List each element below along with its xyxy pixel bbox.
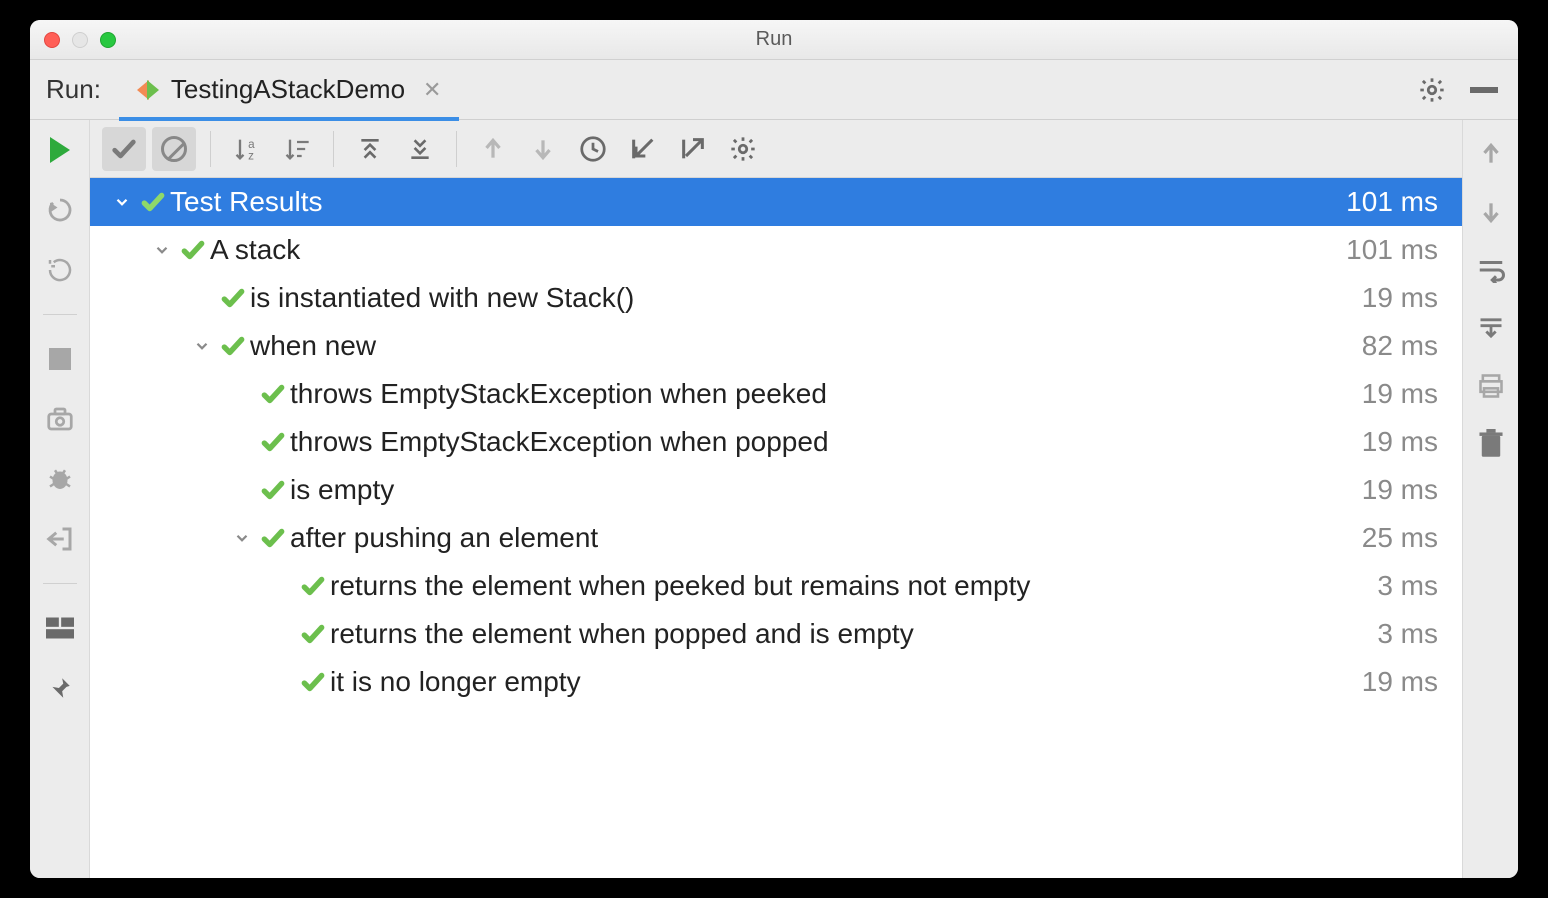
run-left-rail [30, 120, 90, 878]
tree-node-label: throws EmptyStackException when peeked [290, 378, 1362, 410]
tree-node-row[interactable]: returns the element when peeked but rema… [90, 562, 1462, 610]
import-tests-button[interactable] [621, 127, 665, 171]
tree-node-row[interactable]: is empty19 ms [90, 466, 1462, 514]
layout-button[interactable] [44, 612, 76, 644]
print-button[interactable] [1475, 370, 1507, 402]
tree-node-label: A stack [210, 234, 1346, 266]
close-tab-icon[interactable]: ✕ [423, 77, 441, 103]
rerun-button[interactable] [44, 134, 76, 166]
traffic-lights [44, 32, 116, 48]
pass-icon [256, 429, 290, 455]
run-config-icon [137, 80, 159, 100]
stop-button[interactable] [44, 343, 76, 375]
tree-node-row[interactable]: A stack101 ms [90, 226, 1462, 274]
pass-icon [256, 477, 290, 503]
run-tab-bar: Run: TestingAStackDemo ✕ [30, 60, 1518, 120]
hide-tool-window-icon[interactable] [1470, 87, 1498, 93]
run-tool-window: Run Run: TestingAStackDemo ✕ [30, 20, 1518, 878]
test-history-button[interactable] [571, 127, 615, 171]
test-toolbar: az [90, 120, 1462, 178]
tree-node-duration: 19 ms [1362, 282, 1444, 314]
tree-node-row[interactable]: it is no longer empty19 ms [90, 658, 1462, 706]
tree-node-label: after pushing an element [290, 522, 1362, 554]
pass-icon [136, 189, 170, 215]
chevron-down-icon[interactable] [228, 529, 256, 547]
run-config-tab[interactable]: TestingAStackDemo ✕ [119, 62, 460, 121]
tree-node-duration: 19 ms [1362, 474, 1444, 506]
run-config-name: TestingAStackDemo [171, 74, 405, 105]
tree-node-label: it is no longer empty [330, 666, 1362, 698]
tree-node-duration: 3 ms [1377, 618, 1444, 650]
test-results-tree[interactable]: Test Results 101 ms A stack101 msis inst… [90, 178, 1462, 878]
exit-button[interactable] [44, 523, 76, 555]
tree-node-label: is instantiated with new Stack() [250, 282, 1362, 314]
chevron-down-icon[interactable] [108, 193, 136, 211]
show-passed-toggle[interactable] [102, 127, 146, 171]
tree-node-label: is empty [290, 474, 1362, 506]
clear-all-button[interactable] [1475, 428, 1507, 460]
tree-node-row[interactable]: is instantiated with new Stack()19 ms [90, 274, 1462, 322]
dump-threads-button[interactable] [44, 403, 76, 435]
pass-icon [256, 381, 290, 407]
close-window-button[interactable] [44, 32, 60, 48]
chevron-down-icon[interactable] [148, 241, 176, 259]
tree-node-duration: 19 ms [1362, 378, 1444, 410]
chevron-down-icon[interactable] [188, 337, 216, 355]
tree-node-label: returns the element when popped and is e… [330, 618, 1377, 650]
zoom-window-button[interactable] [100, 32, 116, 48]
mac-titlebar[interactable]: Run [30, 20, 1518, 60]
show-ignored-toggle[interactable] [152, 127, 196, 171]
tree-node-row[interactable]: throws EmptyStackException when peeked19… [90, 370, 1462, 418]
debug-button[interactable] [44, 463, 76, 495]
tool-window-settings-icon[interactable] [1418, 76, 1446, 104]
tree-node-label: returns the element when peeked but rema… [330, 570, 1377, 602]
export-tests-button[interactable] [671, 127, 715, 171]
console-right-rail [1462, 120, 1518, 878]
pass-icon [296, 669, 330, 695]
tree-node-row[interactable]: when new82 ms [90, 322, 1462, 370]
tree-node-duration: 101 ms [1346, 234, 1444, 266]
tree-node-duration: 82 ms [1362, 330, 1444, 362]
sort-alphabetically-button[interactable]: az [225, 127, 269, 171]
window-title: Run [30, 28, 1518, 51]
svg-text:z: z [248, 149, 254, 162]
tree-node-row[interactable]: throws EmptyStackException when popped19… [90, 418, 1462, 466]
prev-failed-button[interactable] [471, 127, 515, 171]
test-runner-settings-button[interactable] [721, 127, 765, 171]
soft-wrap-button[interactable] [1475, 254, 1507, 286]
rerun-failed-button[interactable] [44, 194, 76, 226]
next-failed-button[interactable] [521, 127, 565, 171]
tree-node-label: when new [250, 330, 1362, 362]
tree-node-duration: 3 ms [1377, 570, 1444, 602]
scroll-up-button[interactable] [1475, 138, 1507, 170]
pass-icon [296, 573, 330, 599]
minimize-window-button[interactable] [72, 32, 88, 48]
pass-icon [296, 621, 330, 647]
tree-node-label: throws EmptyStackException when popped [290, 426, 1362, 458]
tree-node-duration: 101 ms [1346, 186, 1444, 218]
tree-node-duration: 25 ms [1362, 522, 1444, 554]
scroll-to-end-button[interactable] [1475, 312, 1507, 344]
pass-icon [256, 525, 290, 551]
pass-icon [216, 333, 250, 359]
tree-node-row[interactable]: returns the element when popped and is e… [90, 610, 1462, 658]
scroll-down-button[interactable] [1475, 196, 1507, 228]
tree-root-row[interactable]: Test Results 101 ms [90, 178, 1462, 226]
pin-button[interactable] [44, 672, 76, 704]
tree-node-duration: 19 ms [1362, 666, 1444, 698]
tree-node-row[interactable]: after pushing an element25 ms [90, 514, 1462, 562]
collapse-all-button[interactable] [398, 127, 442, 171]
expand-all-button[interactable] [348, 127, 392, 171]
sort-by-duration-button[interactable] [275, 127, 319, 171]
tree-node-duration: 19 ms [1362, 426, 1444, 458]
tool-window-label: Run: [46, 74, 101, 105]
tree-node-label: Test Results [170, 186, 1346, 218]
pass-icon [176, 237, 210, 263]
pass-icon [216, 285, 250, 311]
toggle-auto-test-button[interactable] [44, 254, 76, 286]
